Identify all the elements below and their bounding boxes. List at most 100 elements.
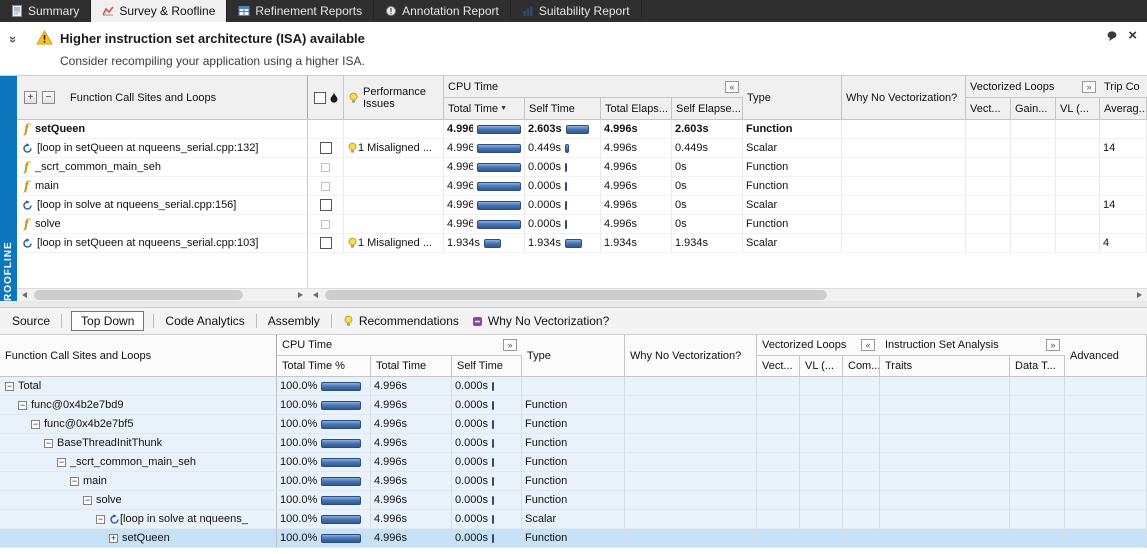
com-column-header[interactable]: Com... xyxy=(843,356,880,376)
collapse-icon[interactable]: − xyxy=(83,496,92,505)
trip-average-column-header[interactable]: Averag... xyxy=(1100,98,1147,119)
survey-row[interactable]: fsolve4.996s0.000s4.996s0sFunction xyxy=(17,215,1147,234)
bottom-tab-code-analytics[interactable]: Code Analytics xyxy=(163,311,246,331)
vl-column-header[interactable]: VL (... xyxy=(1056,98,1100,119)
survey-data-hscrollbar[interactable] xyxy=(308,288,1147,301)
performance-issues-column-header[interactable]: Performance Issues xyxy=(344,76,444,119)
function-call-site-cell[interactable]: fmain xyxy=(17,177,308,196)
collapse-icon[interactable]: − xyxy=(5,382,14,391)
scrollbar-thumb[interactable] xyxy=(34,290,243,300)
why-no-vectorization-column-header[interactable]: Why No Vectorization? xyxy=(625,335,757,376)
row-checkbox[interactable] xyxy=(320,142,332,154)
function-call-site-cell[interactable]: f_scrt_common_main_seh xyxy=(17,158,308,177)
bottom-tab-recommendations[interactable]: Recommendations xyxy=(341,311,461,331)
collapse-icon[interactable]: − xyxy=(31,420,40,429)
function-call-site-cell[interactable]: −solve xyxy=(0,491,277,510)
collapse-group-icon[interactable]: « xyxy=(725,81,739,93)
tab-annotation-report[interactable]: Annotation Report xyxy=(374,0,511,22)
function-call-site-cell[interactable]: −_scrt_common_main_seh xyxy=(0,453,277,472)
row-checkbox[interactable] xyxy=(320,237,332,249)
function-call-site-cell[interactable]: −func@0x4b2e7bd9 xyxy=(0,396,277,415)
function-call-site-cell[interactable]: [loop in solve at nqueens_serial.cpp:156… xyxy=(17,196,308,215)
function-call-site-cell[interactable]: fsolve xyxy=(17,215,308,234)
vectorized-loops-group-header[interactable]: Vectorized Loops « xyxy=(757,335,880,356)
collapse-icon[interactable]: − xyxy=(57,458,66,467)
checkbox-column-header[interactable] xyxy=(308,76,344,119)
traits-column-header[interactable]: Traits xyxy=(880,356,1010,376)
bottom-tab-why-no-vectorization-[interactable]: Why No Vectorization? xyxy=(470,311,611,331)
function-call-site-cell[interactable]: −main xyxy=(0,472,277,491)
collapse-icon[interactable]: − xyxy=(96,515,105,524)
survey-row[interactable]: [loop in setQueen at nqueens_serial.cpp:… xyxy=(17,139,1147,158)
gain-column-header[interactable]: Gain... xyxy=(1011,98,1056,119)
row-checkbox[interactable] xyxy=(321,182,330,191)
vl-column-header[interactable]: VL (... xyxy=(800,356,843,376)
topdown-row[interactable]: −[loop in solve at nqueens_100.0%4.996s0… xyxy=(0,510,1147,529)
scroll-left-button[interactable] xyxy=(17,289,32,301)
self-elapsed-column-header[interactable]: Self Elapse... xyxy=(672,98,743,119)
scroll-right-button[interactable] xyxy=(293,289,308,301)
bottom-tab-assembly[interactable]: Assembly xyxy=(266,311,322,331)
select-all-checkbox[interactable] xyxy=(314,92,326,104)
survey-row[interactable]: [loop in solve at nqueens_serial.cpp:156… xyxy=(17,196,1147,215)
trip-counts-group-header[interactable]: Trip Co xyxy=(1100,76,1147,98)
topdown-row[interactable]: −solve100.0%4.996s0.000sFunction xyxy=(0,491,1147,510)
survey-row[interactable]: [loop in setQueen at nqueens_serial.cpp:… xyxy=(17,234,1147,253)
function-call-site-cell[interactable]: −func@0x4b2e7bf5 xyxy=(0,415,277,434)
function-call-site-cell[interactable]: −Total xyxy=(0,377,277,396)
type-column-header[interactable]: Type xyxy=(743,76,842,119)
expand-icon[interactable]: + xyxy=(109,534,118,543)
expand-group-icon[interactable]: » xyxy=(1082,81,1096,93)
tab-summary[interactable]: Summary xyxy=(0,0,91,22)
collapse-icon[interactable]: − xyxy=(44,439,53,448)
why-no-vectorization-column-header[interactable]: Why No Vectorization? xyxy=(842,76,966,119)
survey-row[interactable]: fmain4.996s0.000s4.996s0sFunction xyxy=(17,177,1147,196)
instruction-set-analysis-group-header[interactable]: Instruction Set Analysis » xyxy=(880,335,1065,356)
scrollbar-track[interactable] xyxy=(323,289,1132,301)
self-time-column-header[interactable]: Self Time xyxy=(452,356,522,376)
expand-group-icon[interactable]: » xyxy=(1046,339,1060,351)
survey-row[interactable]: f_scrt_common_main_seh4.996s0.000s4.996s… xyxy=(17,158,1147,177)
horizontal-splitter[interactable] xyxy=(0,301,1147,308)
total-time-column-header[interactable]: Total Time ▼ xyxy=(444,98,525,119)
scrollbar-thumb[interactable] xyxy=(325,290,827,300)
self-time-column-header[interactable]: Self Time xyxy=(525,98,601,119)
bottom-tab-top-down[interactable]: Top Down xyxy=(71,311,144,331)
bottom-tab-source[interactable]: Source xyxy=(10,311,52,331)
tab-refinement-reports[interactable]: Refinement Reports xyxy=(227,0,374,22)
topdown-row[interactable]: −func@0x4b2e7bf5100.0%4.996s0.000sFuncti… xyxy=(0,415,1147,434)
total-elapsed-column-header[interactable]: Total Elaps... xyxy=(601,98,672,119)
cpu-time-group-header[interactable]: CPU Time « xyxy=(444,76,743,98)
expand-all-button[interactable]: + xyxy=(24,91,37,104)
topdown-tree-column-header[interactable]: Function Call Sites and Loops xyxy=(0,335,277,376)
function-call-site-cell[interactable]: +setQueen xyxy=(0,529,277,548)
collapse-banner-icon[interactable]: » xyxy=(6,36,21,43)
tab-survey-roofline[interactable]: Survey & Roofline xyxy=(91,0,227,22)
collapse-all-button[interactable]: − xyxy=(42,91,55,104)
pin-icon[interactable] xyxy=(1106,30,1118,42)
function-call-site-cell[interactable]: [loop in setQueen at nqueens_serial.cpp:… xyxy=(17,234,308,253)
survey-row[interactable]: fsetQueen4.996s2.603s4.996s2.603sFunctio… xyxy=(17,120,1147,139)
topdown-row[interactable]: +setQueen100.0%4.996s0.000sFunction xyxy=(0,529,1147,548)
function-call-site-cell[interactable]: [loop in setQueen at nqueens_serial.cpp:… xyxy=(17,139,308,158)
collapse-icon[interactable]: − xyxy=(18,401,27,410)
row-checkbox[interactable] xyxy=(320,199,332,211)
tab-suitability-report[interactable]: Suitability Report xyxy=(511,0,642,22)
scroll-right-button[interactable] xyxy=(1132,289,1147,301)
topdown-row[interactable]: −BaseThreadInitThunk100.0%4.996s0.000sFu… xyxy=(0,434,1147,453)
function-call-site-cell[interactable]: fsetQueen xyxy=(17,120,308,139)
row-checkbox[interactable] xyxy=(321,163,330,172)
vect-column-header[interactable]: Vect... xyxy=(966,98,1011,119)
total-time-column-header[interactable]: Total Time xyxy=(371,356,452,376)
tree-column-header[interactable]: + − Function Call Sites and Loops xyxy=(17,76,308,119)
survey-tree-hscrollbar[interactable] xyxy=(17,288,308,301)
topdown-cpu-time-group-header[interactable]: CPU Time » xyxy=(277,335,522,356)
vectorized-loops-group-header[interactable]: Vectorized Loops » xyxy=(966,76,1100,98)
scrollbar-track[interactable] xyxy=(32,289,293,301)
close-icon[interactable]: × xyxy=(1128,29,1137,42)
function-call-site-cell[interactable]: −BaseThreadInitThunk xyxy=(0,434,277,453)
vect-column-header[interactable]: Vect... xyxy=(757,356,800,376)
type-column-header[interactable]: Type xyxy=(522,335,625,376)
topdown-row[interactable]: −func@0x4b2e7bd9100.0%4.996s0.000sFuncti… xyxy=(0,396,1147,415)
collapse-group-icon[interactable]: « xyxy=(861,339,875,351)
